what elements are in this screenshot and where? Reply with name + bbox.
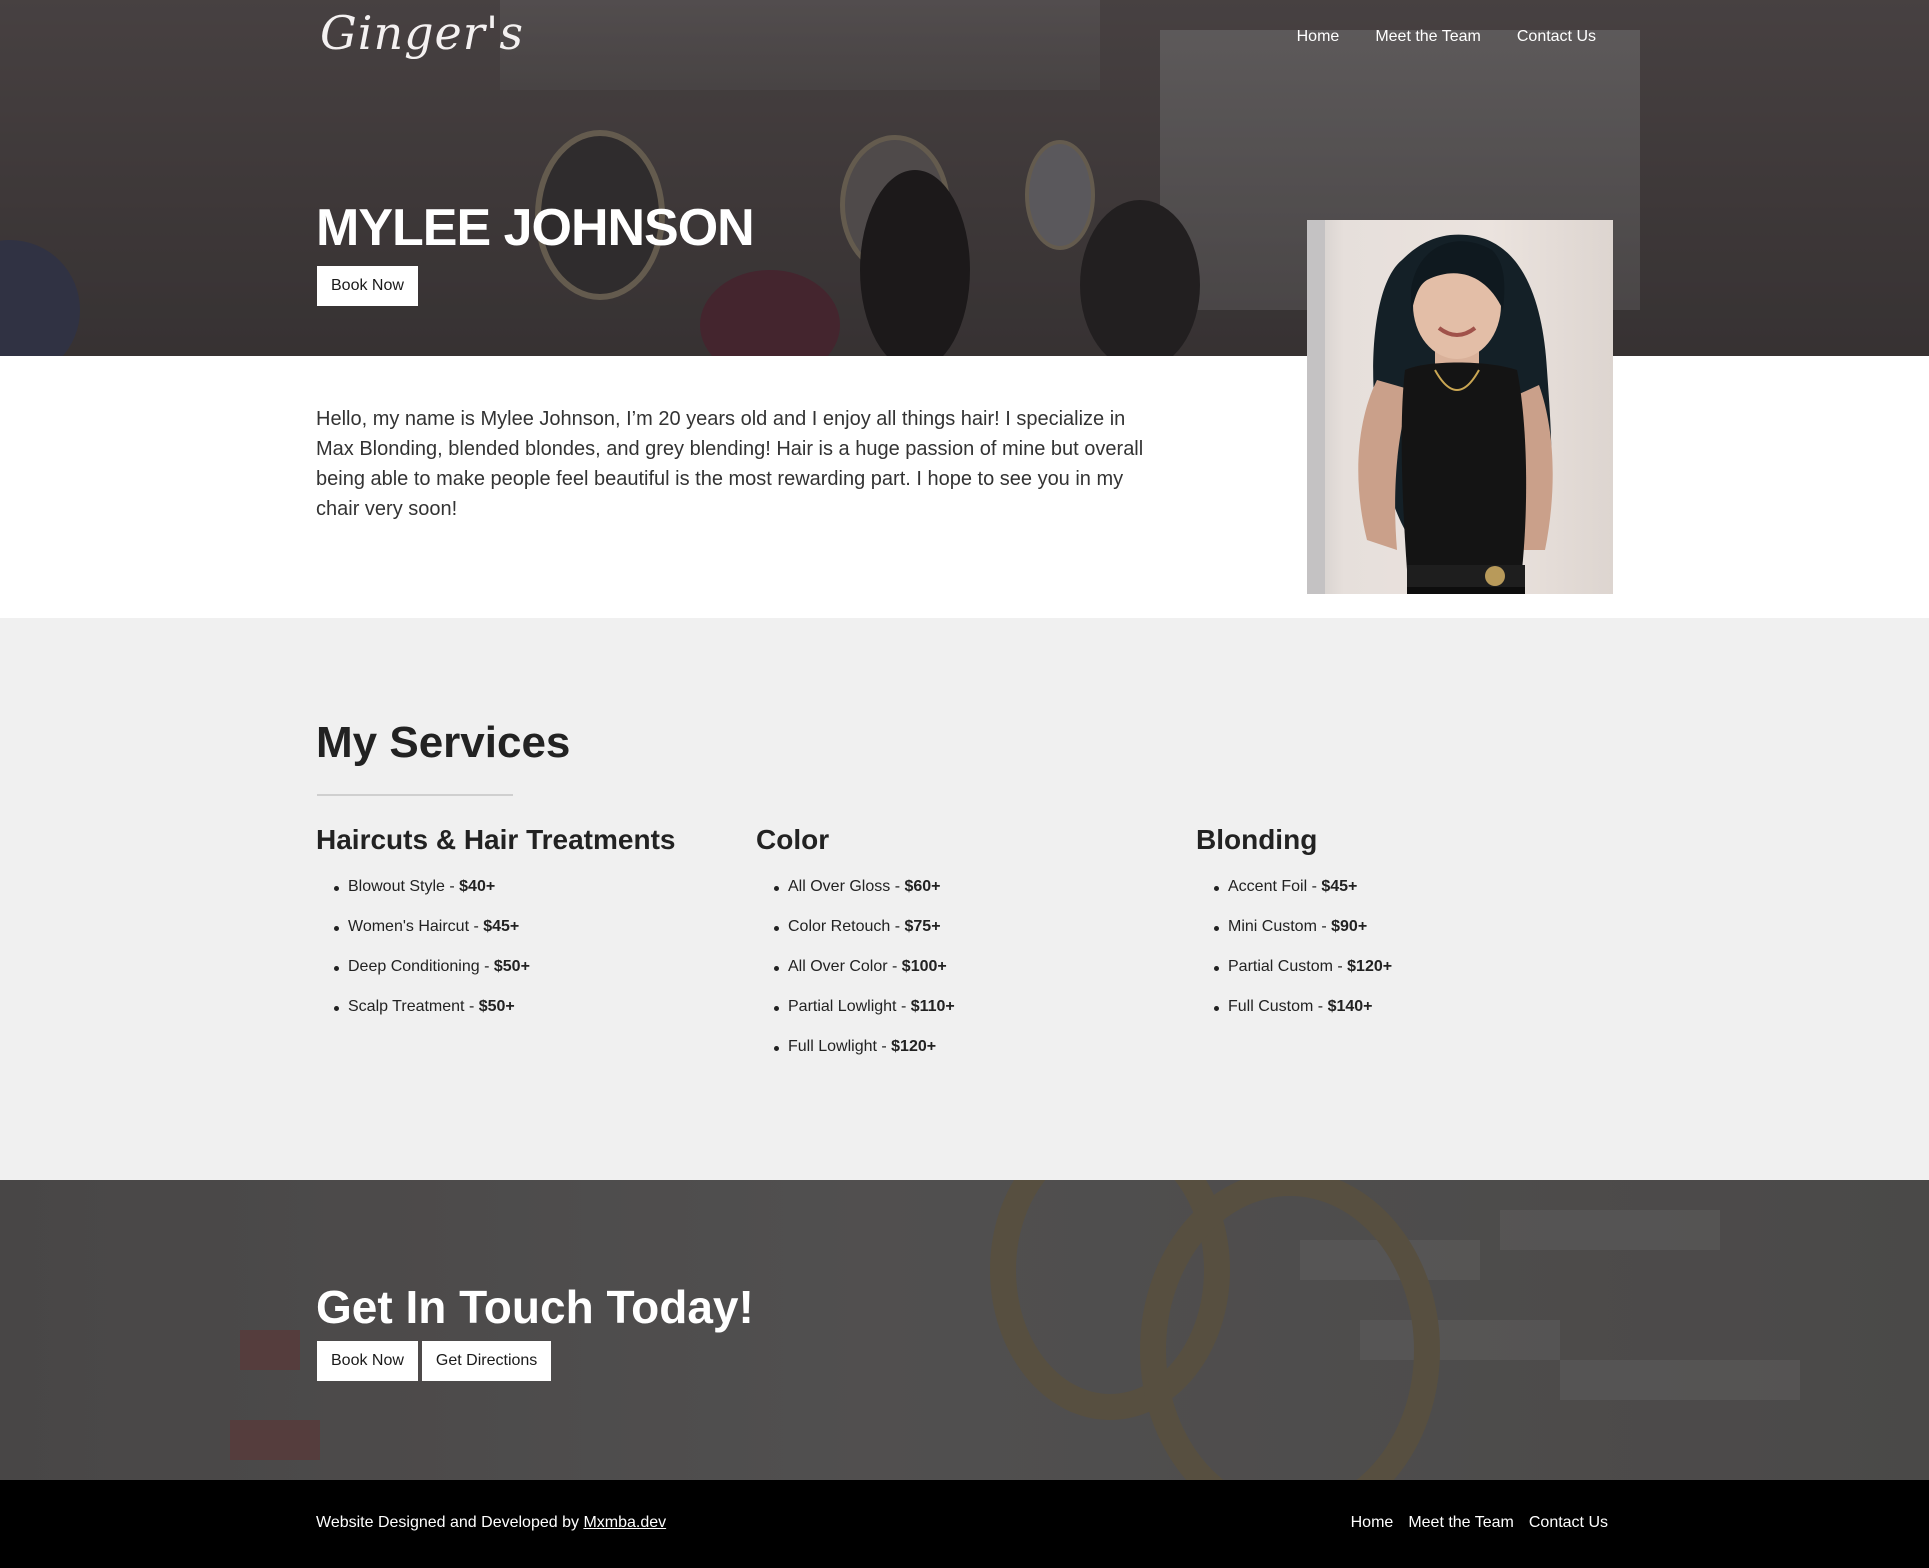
service-name: All Over Color - [788, 958, 902, 975]
service-name: Full Lowlight - [788, 1038, 892, 1055]
service-price: $100+ [901, 958, 947, 975]
service-price: $75+ [904, 918, 941, 935]
service-column-heading: Haircuts & Hair Treatments [316, 824, 676, 855]
service-price: $110+ [910, 998, 955, 1015]
service-name: Accent Foil - [1228, 878, 1322, 895]
service-name: Partial Lowlight - [788, 998, 911, 1015]
service-column-heading: Blonding [1196, 824, 1318, 855]
service-item: Color Retouch - $75+ [756, 918, 955, 958]
contact-title: Get In Touch Today! [316, 1281, 754, 1333]
service-column-haircuts: Haircuts & Hair Treatments Blowout Style… [316, 824, 675, 1038]
service-item: Deep Conditioning - $50+ [316, 958, 675, 998]
footer-nav-home[interactable]: Home [1351, 1514, 1394, 1532]
service-price: $40+ [459, 878, 496, 895]
service-item: Scalp Treatment - $50+ [316, 998, 675, 1038]
site-logo[interactable]: Ginger's [320, 6, 524, 60]
stylist-bio: Hello, my name is Mylee Johnson, I’m 20 … [316, 408, 1144, 520]
service-name: Deep Conditioning - [348, 958, 494, 975]
services-title: My Services [316, 718, 571, 767]
service-column-blonding: Blonding Accent Foil - $45+ Mini Custom … [1196, 824, 1392, 1038]
stylist-portrait [1307, 220, 1613, 594]
service-name: Mini Custom - [1228, 918, 1332, 935]
service-item: Full Custom - $140+ [1196, 998, 1392, 1038]
service-price: $60+ [904, 878, 941, 895]
service-price: $45+ [483, 918, 520, 935]
credit-link[interactable]: Mxmba.dev [583, 1514, 666, 1531]
service-list: Blowout Style - $40+ Women's Haircut - $… [316, 878, 675, 1038]
contact-buttons: Book Now Get Directions [317, 1341, 552, 1381]
service-name: All Over Gloss - [788, 878, 905, 895]
contact-overlay [0, 1180, 1929, 1480]
hero-banner: Ginger's Home Meet the Team Contact Us M… [0, 0, 1929, 356]
service-item: All Over Gloss - $60+ [756, 878, 955, 918]
service-name: Women's Haircut - [348, 918, 484, 935]
services-section: My Services Haircuts & Hair Treatments B… [0, 618, 1929, 1180]
footer-nav: Home Meet the Team Contact Us [1351, 1514, 1608, 1532]
services-divider [317, 794, 513, 796]
book-now-button[interactable]: Book Now [317, 266, 418, 306]
service-item: Accent Foil - $45+ [1196, 878, 1392, 918]
service-list: Accent Foil - $45+ Mini Custom - $90+ Pa… [1196, 878, 1392, 1038]
service-name: Full Custom - [1228, 998, 1328, 1015]
book-now-button[interactable]: Book Now [317, 1341, 418, 1381]
service-item: Mini Custom - $90+ [1196, 918, 1392, 958]
hero-overlay [0, 0, 1929, 356]
footer-credit: Website Designed and Developed by Mxmba.… [316, 1514, 666, 1532]
service-item: Partial Lowlight - $110+ [756, 998, 955, 1038]
site-footer: Website Designed and Developed by Mxmba.… [0, 1480, 1929, 1568]
service-price: $120+ [891, 1038, 937, 1055]
service-price: $120+ [1347, 958, 1393, 975]
service-price: $140+ [1327, 998, 1373, 1015]
contact-banner: Get In Touch Today! Book Now Get Directi… [0, 1180, 1929, 1480]
service-price: $50+ [478, 998, 515, 1015]
service-item: Full Lowlight - $120+ [756, 1038, 955, 1078]
service-price: $50+ [493, 958, 530, 975]
service-name: Partial Custom - [1228, 958, 1348, 975]
nav-home[interactable]: Home [1297, 28, 1340, 46]
credit-text: Website Designed and Developed by [316, 1514, 584, 1531]
service-item: Blowout Style - $40+ [316, 878, 675, 918]
get-directions-button[interactable]: Get Directions [421, 1341, 552, 1381]
page-title: MYLEE JOHNSON [316, 199, 755, 257]
service-name: Scalp Treatment - [348, 998, 479, 1015]
service-price: $45+ [1321, 878, 1358, 895]
service-item: Partial Custom - $120+ [1196, 958, 1392, 998]
service-name: Color Retouch - [788, 918, 905, 935]
service-name: Blowout Style - [348, 878, 460, 895]
nav-contact-us[interactable]: Contact Us [1517, 28, 1596, 46]
service-list: All Over Gloss - $60+ Color Retouch - $7… [756, 878, 955, 1078]
service-column-color: Color All Over Gloss - $60+ Color Retouc… [756, 824, 955, 1078]
service-item: All Over Color - $100+ [756, 958, 955, 998]
footer-nav-contact-us[interactable]: Contact Us [1529, 1514, 1608, 1532]
service-column-heading: Color [756, 824, 830, 855]
footer-nav-meet-the-team[interactable]: Meet the Team [1408, 1514, 1514, 1532]
main-nav: Home Meet the Team Contact Us [1297, 28, 1596, 46]
nav-meet-the-team[interactable]: Meet the Team [1375, 28, 1481, 46]
portrait-illustration [1307, 220, 1553, 594]
service-item: Women's Haircut - $45+ [316, 918, 675, 958]
service-price: $90+ [1331, 918, 1368, 935]
